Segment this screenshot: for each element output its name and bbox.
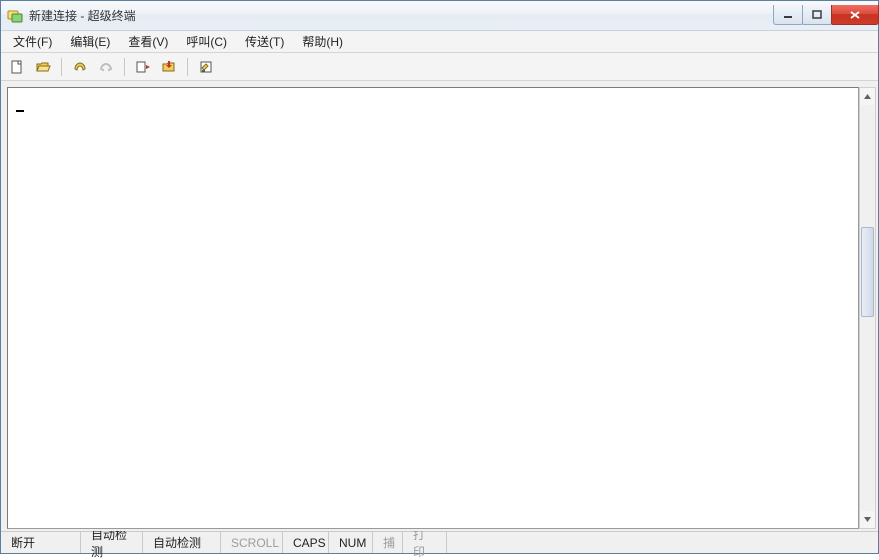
- call-button[interactable]: [70, 57, 90, 77]
- status-detect2: 自动检测: [143, 532, 221, 553]
- menu-view[interactable]: 查看(V): [120, 31, 176, 52]
- status-connection: 断开: [1, 532, 81, 553]
- status-print: 打印: [403, 532, 447, 553]
- toolbar-separator: [187, 58, 188, 76]
- new-icon: [9, 59, 25, 75]
- minimize-icon: [783, 10, 793, 20]
- vertical-scrollbar[interactable]: [859, 87, 876, 529]
- scroll-track[interactable]: [860, 105, 875, 511]
- send-icon: [135, 59, 151, 75]
- status-label: SCROLL: [231, 536, 279, 550]
- send-button[interactable]: [133, 57, 153, 77]
- scroll-up-button[interactable]: [860, 88, 875, 105]
- menu-transfer[interactable]: 传送(T): [237, 31, 292, 52]
- menu-call[interactable]: 呼叫(C): [178, 31, 235, 52]
- close-button[interactable]: [831, 5, 879, 25]
- toolbar-separator: [61, 58, 62, 76]
- disconnect-button[interactable]: [96, 57, 116, 77]
- status-num: NUM: [329, 532, 373, 553]
- close-icon: [849, 10, 861, 20]
- status-label: 自动检测: [153, 534, 201, 551]
- receive-icon: [161, 59, 177, 75]
- status-label: 捕: [383, 534, 395, 551]
- terminal-content: [8, 88, 858, 528]
- status-scroll: SCROLL: [221, 532, 283, 553]
- terminal-pane[interactable]: [7, 87, 859, 529]
- window-controls: [774, 5, 879, 25]
- call-icon: [72, 59, 88, 75]
- status-caps: CAPS: [283, 532, 329, 553]
- status-capture: 捕: [373, 532, 403, 553]
- cursor-icon: [16, 110, 24, 112]
- app-window: 新建连接 - 超级终端 文件(F) 编辑(E) 查看(V) 呼叫(C) 传送(T…: [0, 0, 879, 554]
- client-area: [1, 81, 878, 531]
- statusbar: 断开 自动检测 自动检测 SCROLL CAPS NUM 捕 打印: [1, 531, 878, 553]
- receive-button[interactable]: [159, 57, 179, 77]
- status-label: CAPS: [293, 536, 326, 550]
- open-icon: [35, 59, 51, 75]
- menubar: 文件(F) 编辑(E) 查看(V) 呼叫(C) 传送(T) 帮助(H): [1, 31, 878, 53]
- chevron-up-icon: [863, 92, 872, 101]
- window-title: 新建连接 - 超级终端: [29, 7, 136, 24]
- status-detect1: 自动检测: [81, 532, 143, 553]
- disconnect-icon: [98, 59, 114, 75]
- client-row: [1, 81, 878, 531]
- toolbar: [1, 53, 878, 81]
- status-label: 断开: [11, 534, 35, 551]
- status-label: NUM: [339, 536, 366, 550]
- menu-file[interactable]: 文件(F): [5, 31, 60, 52]
- scroll-down-button[interactable]: [860, 511, 875, 528]
- menu-help[interactable]: 帮助(H): [294, 31, 351, 52]
- titlebar: 新建连接 - 超级终端: [1, 1, 878, 31]
- new-button[interactable]: [7, 57, 27, 77]
- open-button[interactable]: [33, 57, 53, 77]
- properties-icon: [198, 59, 214, 75]
- minimize-button[interactable]: [773, 5, 803, 25]
- maximize-button[interactable]: [802, 5, 832, 25]
- status-spacer: [447, 532, 878, 553]
- menu-edit[interactable]: 编辑(E): [62, 31, 118, 52]
- scroll-thumb[interactable]: [861, 227, 874, 317]
- chevron-down-icon: [863, 515, 872, 524]
- properties-button[interactable]: [196, 57, 216, 77]
- app-icon: [7, 8, 23, 24]
- toolbar-separator: [124, 58, 125, 76]
- maximize-icon: [812, 10, 822, 20]
